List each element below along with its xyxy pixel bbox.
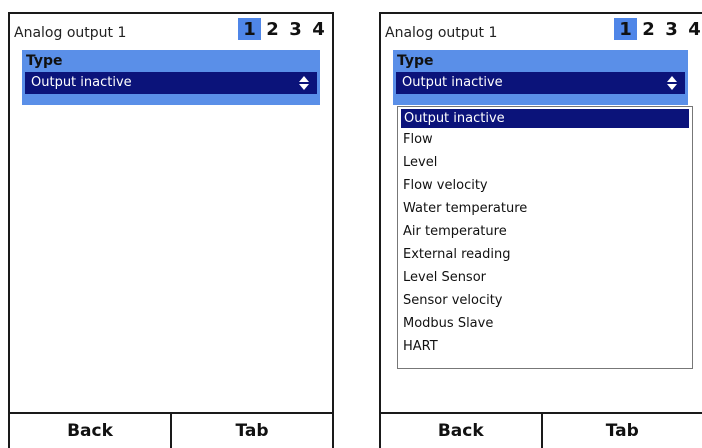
type-select-value: Output inactive — [402, 75, 503, 90]
updown-arrow-icon — [665, 73, 679, 93]
page-tab-3[interactable]: 3 — [284, 18, 307, 40]
type-select-value: Output inactive — [31, 75, 132, 90]
dropdown-option-flow[interactable]: Flow — [398, 128, 692, 151]
dropdown-option-hart[interactable]: HART — [398, 335, 692, 358]
screen-closed: Analog output 1 1 2 3 4 Type Output inac… — [8, 12, 334, 448]
updown-arrow-icon — [297, 73, 311, 93]
page-tab-1[interactable]: 1 — [614, 18, 637, 40]
type-label: Type — [397, 53, 434, 69]
page-tab-4[interactable]: 4 — [307, 18, 330, 40]
page-tab-4[interactable]: 4 — [683, 18, 702, 40]
page-tab-2[interactable]: 2 — [637, 18, 660, 40]
footer: Back Tab — [381, 412, 702, 448]
dropdown-option-modbus-slave[interactable]: Modbus Slave — [398, 312, 692, 335]
dropdown-option-level-sensor[interactable]: Level Sensor — [398, 266, 692, 289]
dropdown-option-water-temperature[interactable]: Water temperature — [398, 197, 692, 220]
screen-open: Analog output 1 1 2 3 4 Type Output inac… — [379, 12, 702, 448]
back-button[interactable]: Back — [10, 414, 170, 448]
type-field: Type Output inactive — [22, 50, 320, 105]
type-select[interactable]: Output inactive — [396, 72, 685, 94]
tab-button[interactable]: Tab — [170, 414, 332, 448]
header: Analog output 1 1 2 3 4 — [10, 14, 332, 44]
type-label: Type — [26, 53, 63, 69]
dropdown-option-air-temperature[interactable]: Air temperature — [398, 220, 692, 243]
dropdown-option-output-inactive[interactable]: Output inactive — [401, 109, 689, 128]
tab-button[interactable]: Tab — [540, 414, 702, 448]
page-tabs: 1 2 3 4 — [238, 18, 330, 40]
type-field: Type Output inactive — [393, 50, 688, 105]
footer: Back Tab — [10, 412, 332, 448]
dropdown-option-level[interactable]: Level — [398, 151, 692, 174]
dropdown-option-flow-velocity[interactable]: Flow velocity — [398, 174, 692, 197]
dropdown-option-sensor-velocity[interactable]: Sensor velocity — [398, 289, 692, 312]
header-title: Analog output 1 — [14, 25, 127, 41]
type-select[interactable]: Output inactive — [25, 72, 317, 94]
page-tab-1[interactable]: 1 — [238, 18, 261, 40]
dropdown-option-external-reading[interactable]: External reading — [398, 243, 692, 266]
header-title: Analog output 1 — [385, 25, 498, 41]
page-tab-3[interactable]: 3 — [660, 18, 683, 40]
page-tabs: 1 2 3 4 — [614, 18, 702, 40]
page-tab-2[interactable]: 2 — [261, 18, 284, 40]
type-dropdown-list: Output inactive Flow Level Flow velocity… — [397, 106, 693, 369]
header: Analog output 1 1 2 3 4 — [381, 14, 702, 44]
back-button[interactable]: Back — [381, 414, 541, 448]
